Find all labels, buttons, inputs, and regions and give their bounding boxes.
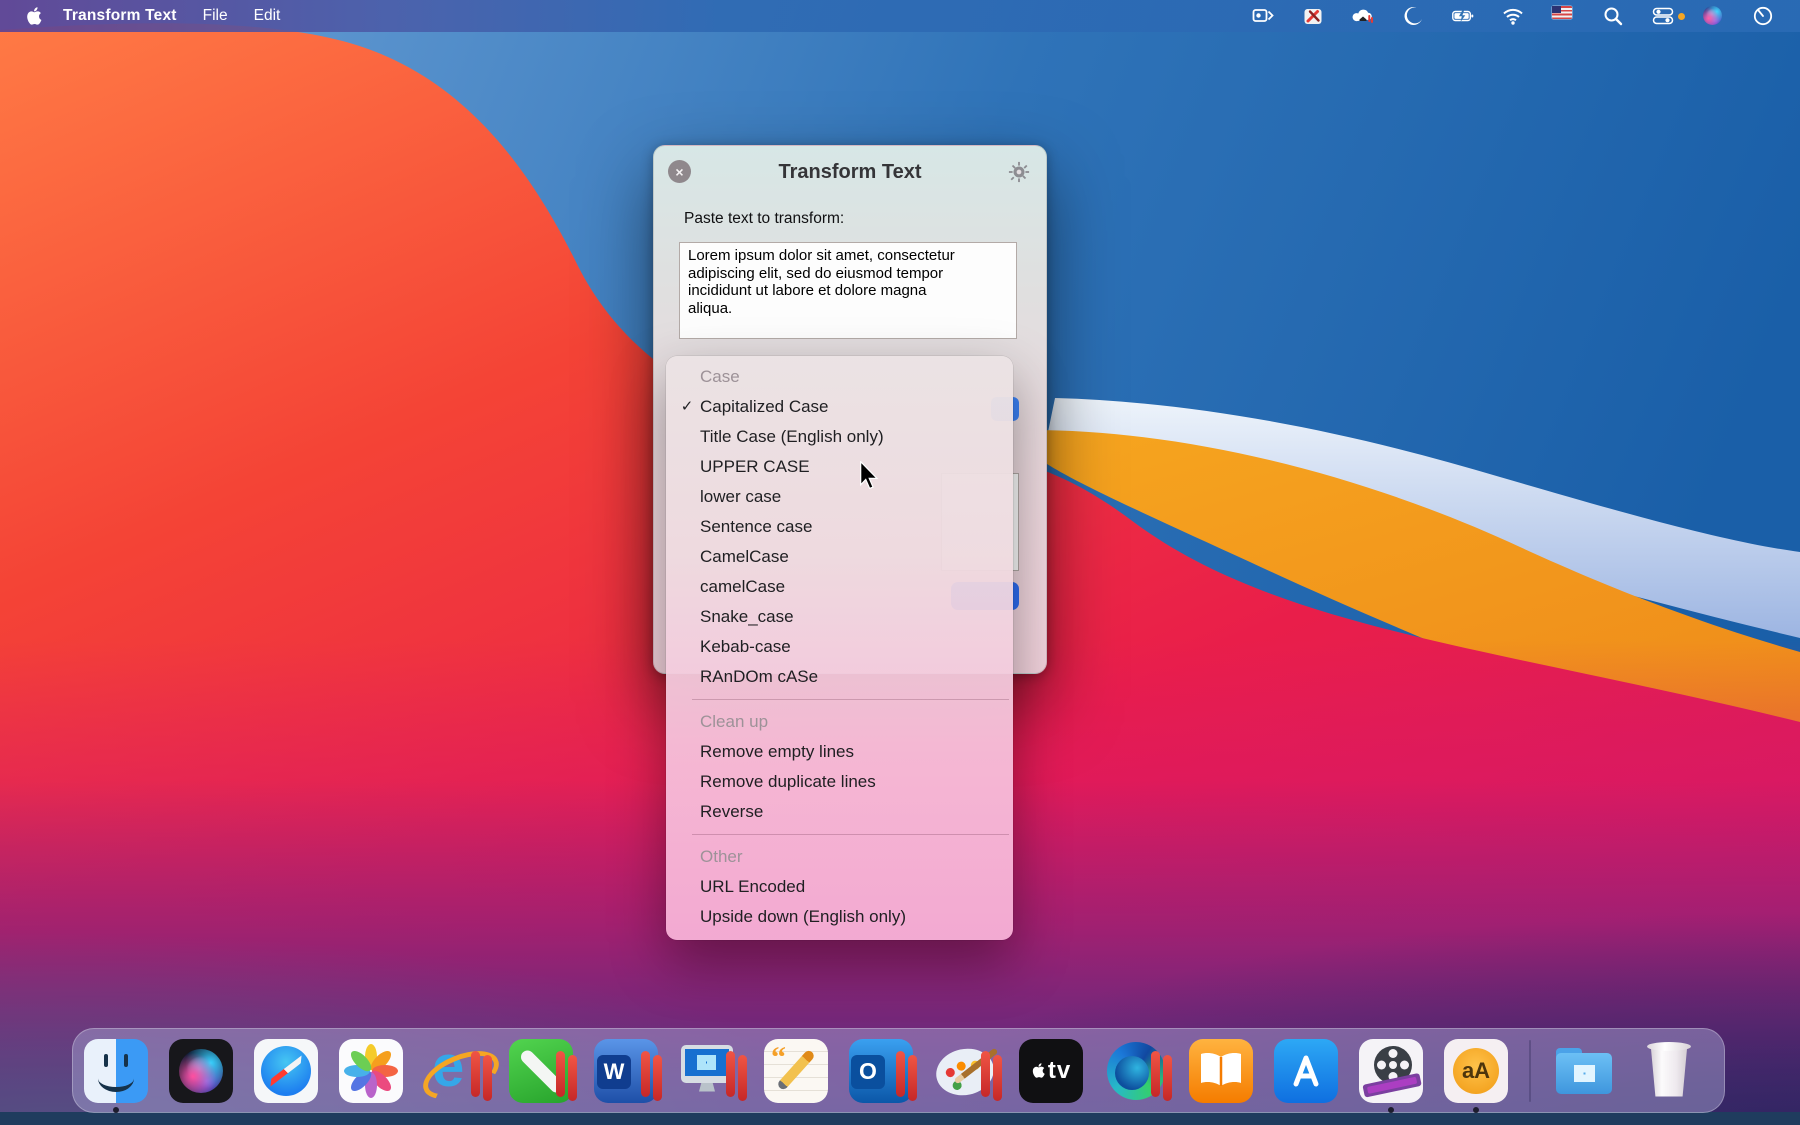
dock-finder-icon[interactable] — [84, 1039, 148, 1103]
dock-internet-explorer-icon[interactable]: e — [424, 1039, 488, 1103]
menu-item-camelcase-upper[interactable]: CamelCase — [666, 542, 1013, 572]
toolbox-icon[interactable] — [1302, 5, 1324, 27]
dock-transform-text-icon[interactable]: aA — [1444, 1039, 1508, 1103]
settings-gear-icon[interactable] — [1008, 161, 1030, 183]
battery-charging-icon[interactable] — [1452, 5, 1474, 27]
dock-divider — [1529, 1040, 1531, 1102]
menu-item-snake-case[interactable]: Snake_case — [666, 602, 1013, 632]
notification-dot — [1678, 13, 1685, 20]
menu-item-random-case[interactable]: RAnDOm cASe — [666, 662, 1013, 692]
clock-icon[interactable] — [1752, 5, 1774, 27]
menu-item-upside-down[interactable]: Upside down (English only) — [666, 902, 1013, 932]
menubar-edit-menu[interactable]: Edit — [254, 7, 281, 25]
wifi-icon[interactable] — [1502, 5, 1524, 27]
menu-item-lower-case[interactable]: lower case — [666, 482, 1013, 512]
mouse-cursor — [860, 461, 886, 489]
dock: e W “ O tv — [72, 1028, 1725, 1113]
apple-menu-icon[interactable] — [25, 6, 43, 26]
screen-mirroring-icon[interactable] — [1252, 5, 1274, 27]
paste-text-label: Paste text to transform: — [684, 210, 844, 228]
menu-item-sentence-case[interactable]: Sentence case — [666, 512, 1013, 542]
menu-item-remove-duplicate-lines[interactable]: Remove duplicate lines — [666, 767, 1013, 797]
dock-photos-icon[interactable] — [339, 1039, 403, 1103]
dock-outlook-icon[interactable]: O — [849, 1039, 913, 1103]
menu-section-header: Other — [666, 842, 1013, 872]
control-center-icon[interactable] — [1652, 5, 1674, 27]
dock-marker-icon[interactable] — [509, 1039, 573, 1103]
menu-separator — [692, 699, 1009, 700]
menubar-file-menu[interactable]: File — [203, 7, 228, 25]
dock-siri-icon[interactable] — [169, 1039, 233, 1103]
menu-item-url-encoded[interactable]: URL Encoded — [666, 872, 1013, 902]
spotlight-search-icon[interactable] — [1602, 5, 1624, 27]
dock-paint-palette-icon[interactable] — [934, 1039, 998, 1103]
dock-edge-icon[interactable] — [1104, 1039, 1168, 1103]
dock-app-store-icon[interactable] — [1274, 1039, 1338, 1103]
transform-options-menu: Case ✓ Capitalized Case Title Case (Engl… — [666, 356, 1013, 940]
menu-item-camelcase-lower[interactable]: camelCase — [666, 572, 1013, 602]
menu-item-upper-case[interactable]: UPPER CASE — [666, 452, 1013, 482]
dock-apple-tv-icon[interactable]: tv — [1019, 1039, 1083, 1103]
dock-video-converter-icon[interactable] — [1359, 1039, 1423, 1103]
menu-item-title-case[interactable]: Title Case (English only) — [666, 422, 1013, 452]
running-indicator — [113, 1107, 119, 1113]
dock-trash-icon[interactable] — [1637, 1039, 1701, 1103]
dock-safari-icon[interactable] — [254, 1039, 318, 1103]
window-title: Transform Text — [654, 161, 1046, 184]
menu-section-header: Case — [666, 362, 1013, 392]
cloud-home-icon[interactable] — [1352, 5, 1374, 27]
menu-bar: Transform Text File Edit — [0, 0, 1800, 32]
dock-word-icon[interactable]: W — [594, 1039, 658, 1103]
checkmark-icon: ✓ — [675, 392, 699, 422]
menu-item-capitalized-case[interactable]: ✓ Capitalized Case — [666, 392, 1013, 422]
menu-item-kebab-case[interactable]: Kebab-case — [666, 632, 1013, 662]
dock-windows-folder-icon[interactable] — [1552, 1039, 1616, 1103]
menu-item-reverse[interactable]: Reverse — [666, 797, 1013, 827]
dock-writing-pen-icon[interactable]: “ — [764, 1039, 828, 1103]
siri-icon[interactable] — [1702, 5, 1724, 27]
menu-item-remove-empty-lines[interactable]: Remove empty lines — [666, 737, 1013, 767]
menu-separator — [692, 834, 1009, 835]
menubar-app-name[interactable]: Transform Text — [63, 7, 177, 25]
running-indicator — [1388, 1107, 1394, 1113]
dock-books-icon[interactable] — [1189, 1039, 1253, 1103]
menu-section-header: Clean up — [666, 707, 1013, 737]
do-not-disturb-moon-icon[interactable] — [1402, 5, 1424, 27]
paste-textarea[interactable]: Lorem ipsum dolor sit amet, consectetur … — [679, 242, 1017, 339]
input-source-flag-icon[interactable] — [1552, 5, 1574, 27]
running-indicator — [1473, 1107, 1479, 1113]
dock-parallels-desktop-icon[interactable] — [679, 1039, 743, 1103]
